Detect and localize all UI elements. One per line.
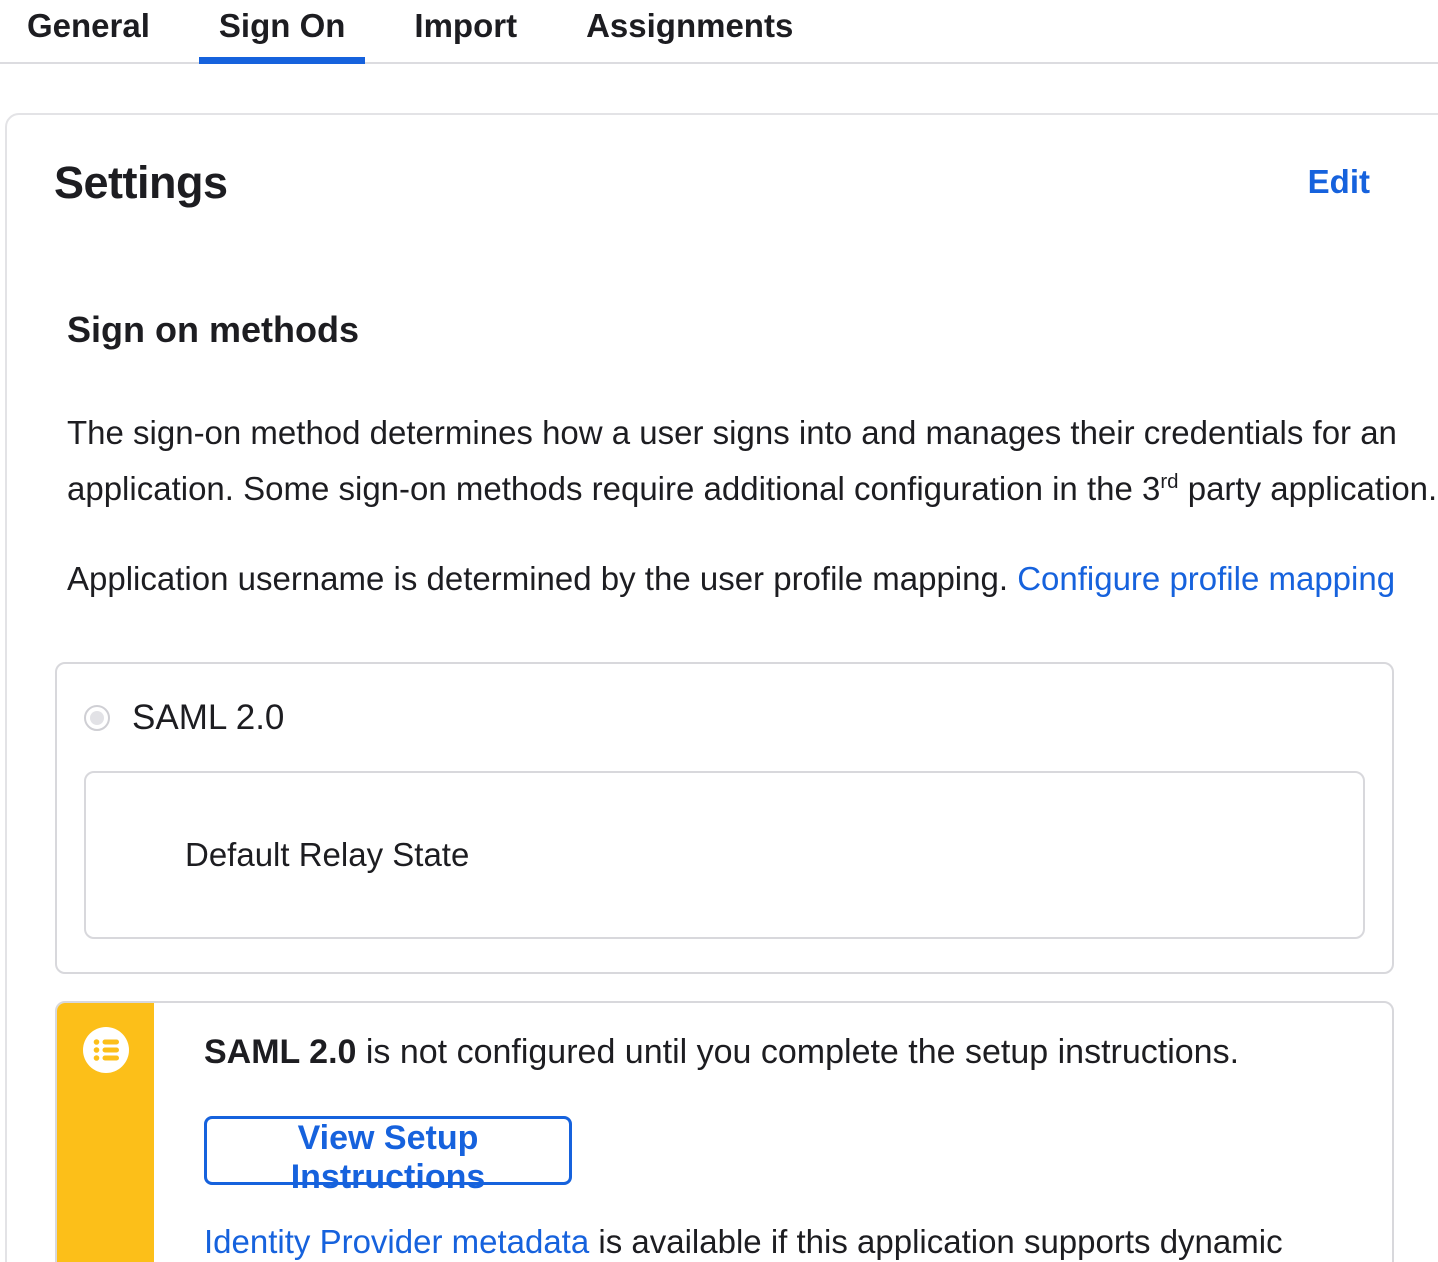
settings-card: Settings Edit Sign on methods The sign-o… — [5, 113, 1438, 1262]
list-icon — [82, 1027, 129, 1073]
tab-assignments[interactable]: Assignments — [566, 0, 813, 62]
saml-setup-callout: SAML 2.0 is not configured until you com… — [55, 1001, 1394, 1262]
callout-message: SAML 2.0 is not configured until you com… — [204, 1032, 1392, 1072]
tab-general[interactable]: General — [7, 0, 170, 62]
username-mapping-label: Application username is determined by th… — [67, 560, 1018, 597]
callout-accent-bar — [57, 1003, 154, 1262]
description-line2: application. Some sign-on methods requir… — [67, 470, 1161, 507]
saml-radio-row: SAML 2.0 — [84, 698, 1365, 738]
default-relay-state-label: Default Relay State — [185, 836, 470, 873]
saml-radio-button[interactable] — [84, 705, 110, 731]
callout-message-rest: is not configured until you complete the… — [356, 1033, 1240, 1071]
view-setup-instructions-button[interactable]: View Setup Instructions — [204, 1116, 572, 1196]
callout-body: SAML 2.0 is not configured until you com… — [154, 1003, 1392, 1262]
metadata-message: Identity Provider metadata is available … — [204, 1223, 1392, 1262]
card-header: Settings Edit — [54, 157, 1370, 209]
tab-bar: General Sign On Import Assignments — [0, 0, 1438, 64]
ordinal-superscript: rd — [1160, 470, 1179, 493]
identity-provider-metadata-link[interactable]: Identity Provider metadata — [204, 1223, 589, 1260]
sign-on-methods-section: Sign on methods The sign-on method deter… — [55, 309, 1438, 1262]
saml-method-box: SAML 2.0 Default Relay State — [55, 662, 1394, 974]
default-relay-state-box: Default Relay State — [84, 771, 1365, 939]
page-title: Settings — [54, 157, 228, 208]
username-mapping-text: Application username is determined by th… — [67, 554, 1438, 603]
tab-import[interactable]: Import — [394, 0, 537, 62]
configure-profile-mapping-link[interactable]: Configure profile mapping — [1017, 560, 1395, 597]
saml-radio-label: SAML 2.0 — [132, 698, 285, 737]
sign-on-description: The sign-on method determines how a user… — [67, 408, 1438, 513]
callout-message-bold: SAML 2.0 — [204, 1033, 357, 1071]
tab-sign-on[interactable]: Sign On — [198, 0, 366, 64]
sign-on-methods-heading: Sign on methods — [67, 309, 359, 350]
edit-link[interactable]: Edit — [1308, 163, 1370, 201]
description-line1: The sign-on method determines how a user… — [67, 414, 1397, 451]
description-line2-end: party application. — [1178, 470, 1438, 507]
